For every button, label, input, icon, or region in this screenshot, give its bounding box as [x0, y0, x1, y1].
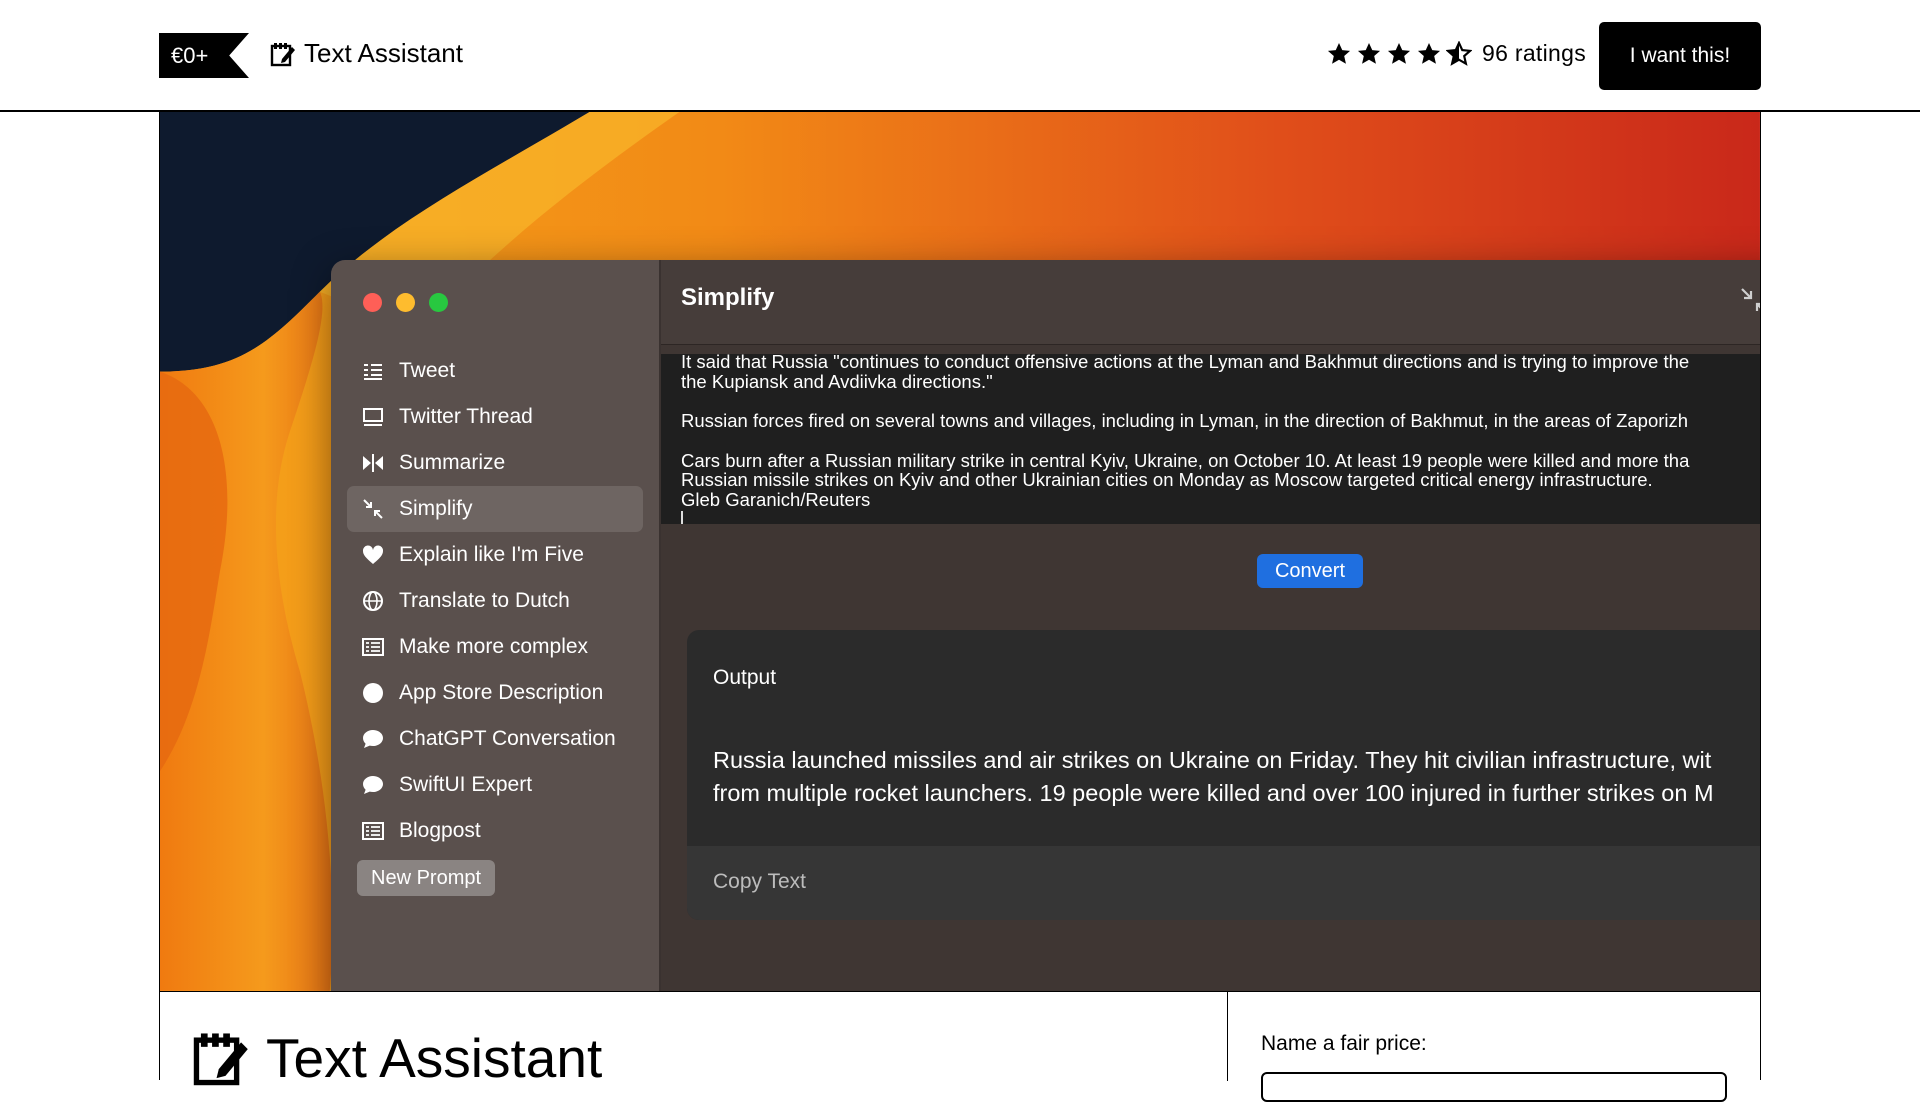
window-title: Simplify: [681, 284, 775, 311]
sidebar-item-translate-dutch[interactable]: Translate to Dutch: [347, 578, 643, 624]
app-window: Tweet Twitter Thread Summarize Simplify …: [331, 260, 1761, 992]
product-name: Text Assistant: [304, 38, 463, 68]
hero-image: Tweet Twitter Thread Summarize Simplify …: [159, 112, 1761, 992]
sidebar-item-label: Make more complex: [399, 635, 589, 658]
sidebar-item-label: Twitter Thread: [399, 405, 533, 428]
product-details: Text Assistant Name a fair price:: [159, 991, 1761, 1102]
collapse-arrows-icon[interactable]: [1739, 286, 1761, 316]
star-icon: [1387, 42, 1411, 64]
summarize-icon: [363, 454, 383, 472]
sidebar-item-swiftui-expert[interactable]: SwiftUI Expert: [347, 762, 643, 808]
tweet-lines-icon: [364, 364, 382, 380]
sidebar-item-blogpost[interactable]: Blogpost: [347, 808, 643, 854]
sidebar-item-label: App Store Description: [399, 681, 604, 704]
window-controls: [363, 293, 448, 312]
fair-price-label: Name a fair price:: [1261, 1032, 1427, 1055]
input-line: Russian missile strikes on Kyiv and othe…: [681, 469, 1653, 490]
sidebar-item-label: Simplify: [399, 497, 473, 520]
list-icon: [362, 638, 384, 656]
sidebar-item-label: Tweet: [399, 359, 456, 382]
sidebar-item-summarize[interactable]: Summarize: [347, 440, 643, 486]
sidebar-item-label: ChatGPT Conversation: [399, 727, 616, 750]
rating-count: 96 ratings: [1482, 40, 1587, 66]
close-window-button[interactable]: [363, 293, 382, 312]
input-line: It said that Russia "continues to conduc…: [681, 354, 1690, 372]
sidebar-item-make-more-complex[interactable]: Make more complex: [347, 624, 643, 670]
sidebar-item-app-store-description[interactable]: App Store Description: [347, 670, 643, 716]
sidebar-item-twitter-thread[interactable]: Twitter Thread: [347, 394, 643, 440]
price-input[interactable]: [1261, 1072, 1727, 1102]
star-icon: [1417, 42, 1441, 64]
input-line: Russian forces fired on several towns an…: [681, 410, 1689, 431]
main-pane: Simplify It said that Russia "continues …: [661, 260, 1761, 992]
copy-bar: Copy Text: [687, 846, 1760, 920]
prompt-list: Tweet Twitter Thread Summarize Simplify …: [347, 348, 643, 854]
input-line: Gleb Garanich/Reuters: [681, 488, 871, 510]
price-tag: €0+: [159, 33, 249, 78]
star-icon: [1357, 42, 1381, 64]
memo-icon: [270, 42, 295, 66]
star-icon: [1327, 42, 1351, 64]
new-prompt-button[interactable]: New Prompt: [357, 860, 496, 896]
i-want-this-button[interactable]: I want this!: [1599, 22, 1761, 90]
half-star-icon: [1446, 40, 1472, 66]
heart-icon: [362, 545, 384, 564]
globe-icon: [363, 591, 383, 611]
list-icon: [362, 822, 384, 840]
product-title: Text Assistant: [266, 1027, 603, 1089]
sidebar-item-label: Translate to Dutch: [399, 589, 570, 612]
sidebar-item-label: Summarize: [399, 451, 506, 474]
thread-icon: [363, 408, 383, 426]
output-text: Russia launched missiles and air strikes…: [713, 744, 1714, 810]
product-heading: Text Assistant: [192, 1028, 602, 1088]
sidebar: Tweet Twitter Thread Summarize Simplify …: [331, 260, 661, 992]
sidebar-item-chatgpt-conversation[interactable]: ChatGPT Conversation: [347, 716, 643, 762]
minimize-window-button[interactable]: [396, 293, 415, 312]
copy-text-button[interactable]: Copy Text: [713, 870, 806, 894]
top-bar: €0+ Text Assistant 96 ratings I want thi…: [0, 0, 1920, 112]
output-card: Output Russia launched missiles and air …: [687, 630, 1760, 920]
rating[interactable]: 96 ratings: [1326, 40, 1586, 67]
circle-icon: [363, 683, 383, 703]
simplify-arrows-icon: [363, 499, 383, 519]
input-text-area[interactable]: It said that Russia "continues to conduc…: [661, 354, 1760, 524]
chat-bubble-icon: [363, 730, 383, 748]
convert-button[interactable]: Convert: [1257, 554, 1363, 588]
output-line: from multiple rocket launchers. 19 peopl…: [713, 780, 1714, 806]
sidebar-item-simplify[interactable]: Simplify: [347, 486, 643, 532]
title-bar: Simplify: [661, 260, 1761, 345]
input-line: the Kupiansk and Avdiivka directions.": [681, 370, 993, 392]
divider: [1227, 992, 1228, 1081]
output-label: Output: [713, 666, 777, 689]
sidebar-item-explain-like-five[interactable]: Explain like I'm Five: [347, 532, 643, 578]
output-line: Russia launched missiles and air strikes…: [713, 747, 1712, 773]
sidebar-item-label: Explain like I'm Five: [399, 543, 584, 566]
text-caret: [681, 511, 683, 524]
sidebar-item-label: Blogpost: [399, 819, 481, 842]
chat-bubble-icon: [363, 776, 383, 794]
input-line: Cars burn after a Russian military strik…: [681, 449, 1690, 471]
memo-icon: [193, 1033, 248, 1086]
zoom-window-button[interactable]: [429, 293, 448, 312]
brand[interactable]: Text Assistant: [270, 38, 463, 69]
sidebar-item-label: SwiftUI Expert: [399, 773, 533, 796]
sidebar-item-tweet[interactable]: Tweet: [347, 348, 643, 394]
